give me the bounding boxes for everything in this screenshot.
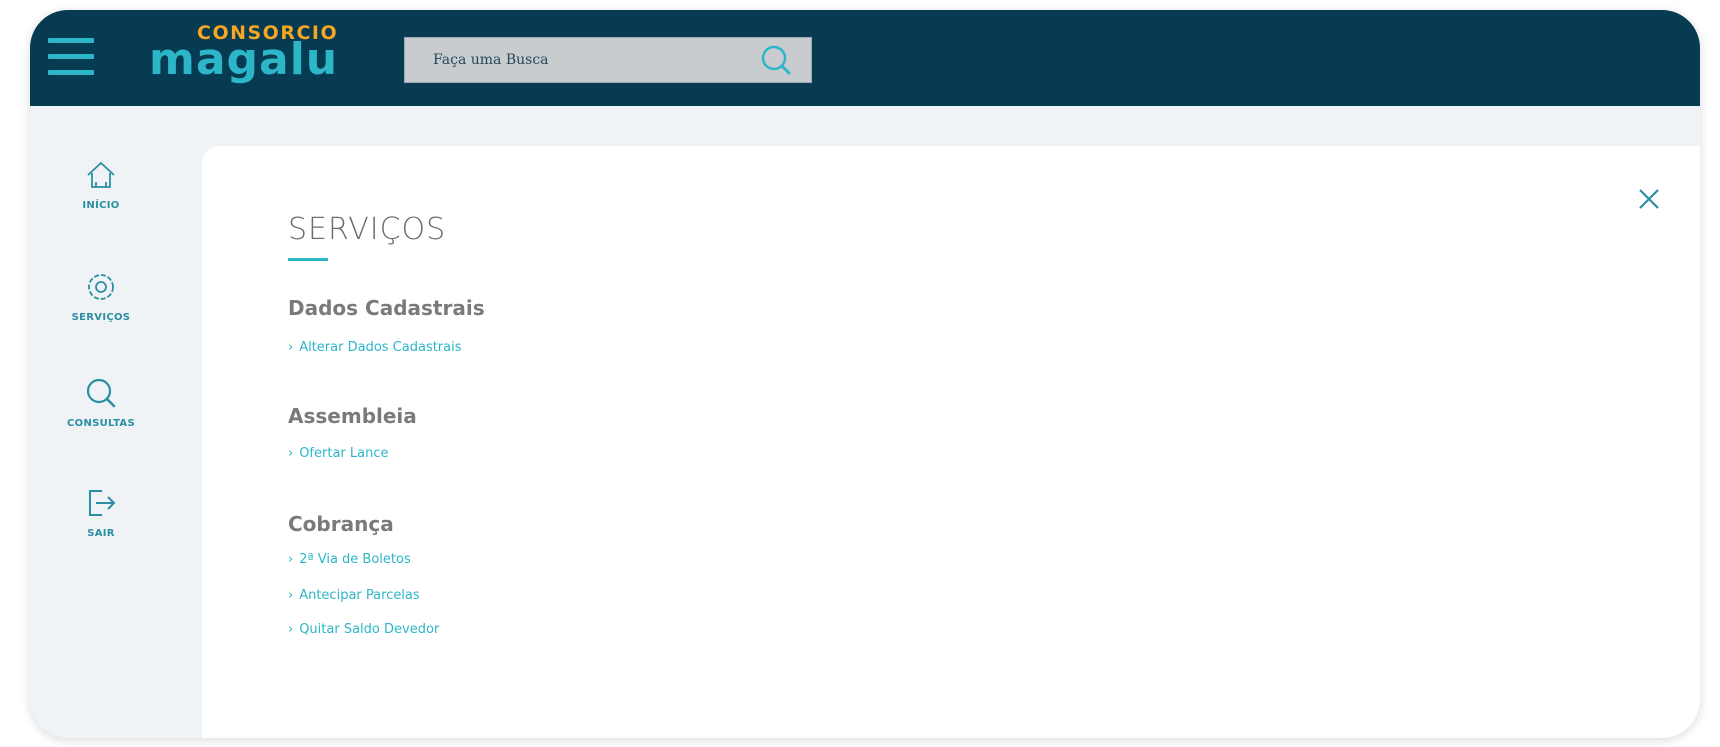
sidebar-item-label: SAIR <box>87 528 115 539</box>
logout-icon <box>89 490 116 516</box>
sidebar: INÍCIO SERVIÇOS CONSULTAS SAIR <box>30 106 172 738</box>
home-icon <box>87 162 115 188</box>
logo-main-text: magalu <box>149 34 339 85</box>
search-icon[interactable] <box>759 43 793 77</box>
alterar-dados-cadastrais-link[interactable]: › Alterar Dados Cadastrais <box>288 340 462 355</box>
services-panel: SERVIÇOS Dados Cadastrais › Alterar Dados… <box>202 146 1700 738</box>
menu-icon[interactable] <box>48 38 94 76</box>
segunda-via-boletos-link[interactable]: › 2ª Via de Boletos <box>288 552 411 567</box>
sidebar-item-label: INÍCIO <box>82 200 120 211</box>
chevron-right-icon: › <box>288 552 294 567</box>
close-icon[interactable] <box>1636 186 1662 212</box>
antecipar-parcelas-link[interactable]: › Antecipar Parcelas <box>288 588 420 603</box>
chevron-right-icon: › <box>288 588 294 603</box>
app-window: CONSORCIO magalu INÍCIO <box>30 10 1700 738</box>
sidebar-item-label: CONSULTAS <box>67 418 135 429</box>
page-title: SERVIÇOS <box>288 212 447 247</box>
search-icon <box>86 378 116 408</box>
sidebar-item-label: SERVIÇOS <box>71 312 131 323</box>
sidebar-item-consultas[interactable]: CONSULTAS <box>30 376 172 466</box>
top-bar: CONSORCIO magalu <box>30 10 1700 106</box>
search-input[interactable] <box>405 38 763 82</box>
chevron-right-icon: › <box>288 446 294 461</box>
section-heading: Assembleia <box>288 404 417 428</box>
section-heading: Cobrança <box>288 512 394 536</box>
chevron-right-icon: › <box>288 340 294 355</box>
ofertar-lance-link[interactable]: › Ofertar Lance <box>288 446 389 461</box>
title-underline <box>288 258 328 261</box>
consorcio-magalu-logo[interactable]: CONSORCIO magalu <box>147 16 347 96</box>
quitar-saldo-devedor-link[interactable]: › Quitar Saldo Devedor <box>288 622 439 637</box>
sidebar-item-sair[interactable]: SAIR <box>30 486 172 576</box>
sidebar-item-inicio[interactable]: INÍCIO <box>30 158 172 248</box>
search-box <box>404 37 812 83</box>
section-heading: Dados Cadastrais <box>288 296 485 320</box>
chevron-right-icon: › <box>288 622 294 637</box>
gear-icon <box>88 274 114 300</box>
sidebar-item-servicos[interactable]: SERVIÇOS <box>30 270 172 360</box>
